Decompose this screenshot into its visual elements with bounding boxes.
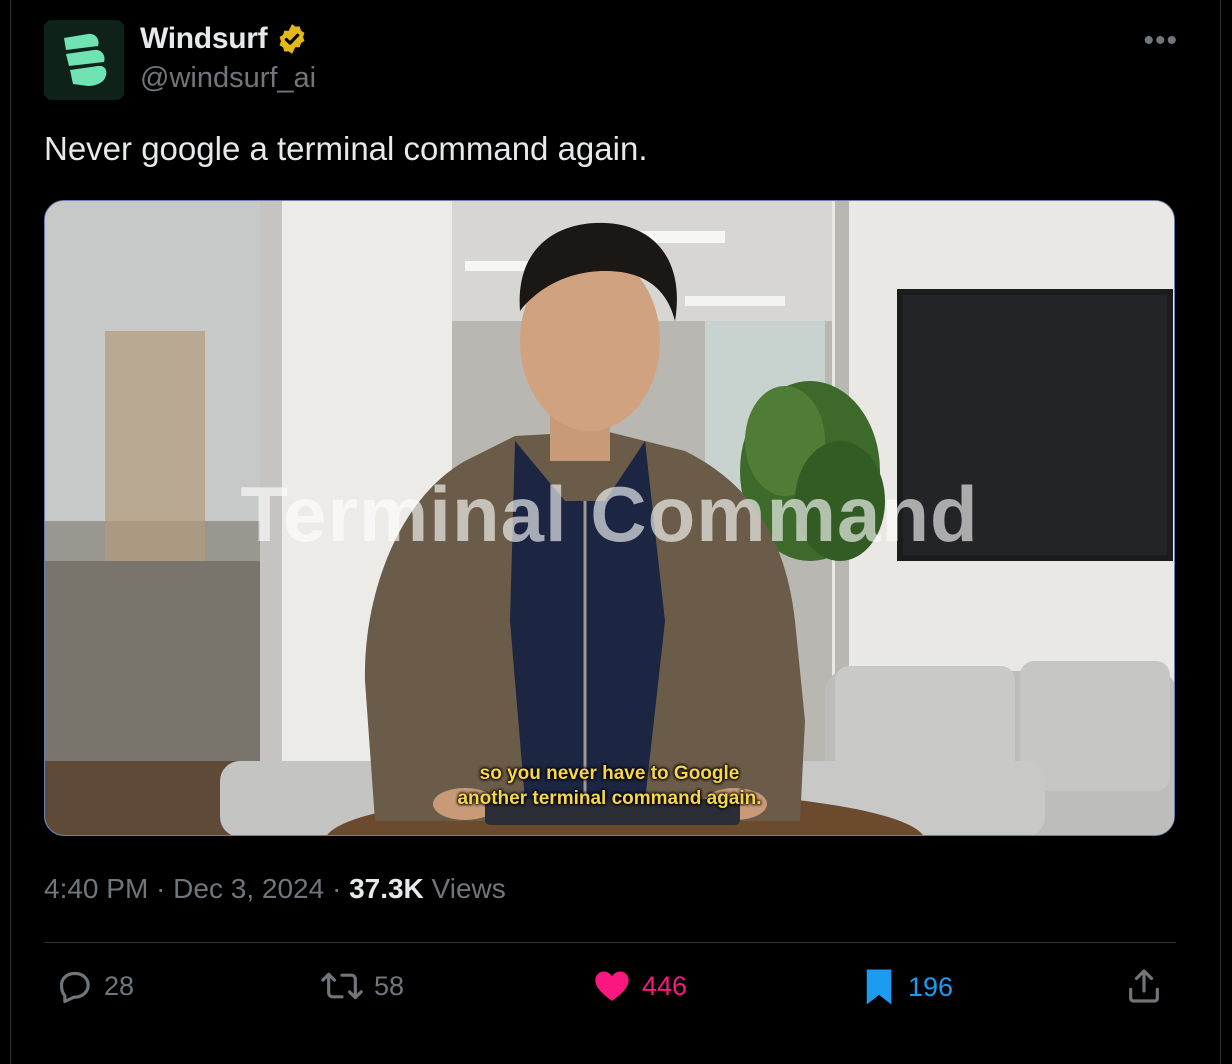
views-label: Views xyxy=(423,873,506,904)
tweet-meta: 4:40 PM · Dec 3, 2024 · 37.3K Views xyxy=(44,873,506,905)
retweet-count: 58 xyxy=(374,970,405,1001)
divider xyxy=(44,942,1176,943)
like-count: 446 xyxy=(642,970,688,1001)
retweet-button[interactable]: 58 xyxy=(320,966,404,1006)
meta-separator: · xyxy=(148,873,174,904)
left-border xyxy=(10,0,11,1064)
tweet-text: Never google a terminal command again. xyxy=(44,130,648,167)
author-handle[interactable]: @windsurf_ai xyxy=(140,62,316,95)
video-title-overlay: Terminal Command xyxy=(240,470,979,558)
right-border xyxy=(1220,0,1221,1064)
share-button[interactable] xyxy=(1124,966,1164,1006)
caption-line-2: another terminal command again. xyxy=(457,788,762,809)
more-options-button[interactable]: ••• xyxy=(1143,24,1178,58)
bookmark-icon xyxy=(866,969,892,1005)
reply-icon xyxy=(59,971,90,1004)
share-icon xyxy=(1129,969,1159,1003)
video-caption: so you never have to Google another term… xyxy=(45,761,1174,811)
bookmark-count: 196 xyxy=(908,971,954,1002)
like-button[interactable]: 446 xyxy=(592,966,687,1006)
verified-badge-icon xyxy=(279,24,305,54)
tweet-date[interactable]: Dec 3, 2024 xyxy=(173,873,324,904)
action-bar: 28 58 446 196 xyxy=(44,966,1176,1018)
bookmark-button[interactable]: 196 xyxy=(860,966,953,1008)
reply-count: 28 xyxy=(104,970,135,1001)
heart-icon xyxy=(595,971,629,1001)
reply-button[interactable]: 28 xyxy=(54,966,134,1006)
tweet-time[interactable]: 4:40 PM xyxy=(44,873,148,904)
views-count[interactable]: 37.3K xyxy=(349,873,424,904)
video-player[interactable]: Terminal Command so you never have to Go… xyxy=(44,200,1175,836)
caption-line-1: so you never have to Google xyxy=(479,763,740,784)
avatar[interactable] xyxy=(44,20,124,100)
windsurf-logo-icon xyxy=(44,20,124,100)
author-name[interactable]: Windsurf xyxy=(140,22,268,56)
retweet-icon xyxy=(321,972,363,1000)
meta-separator: · xyxy=(324,873,350,904)
